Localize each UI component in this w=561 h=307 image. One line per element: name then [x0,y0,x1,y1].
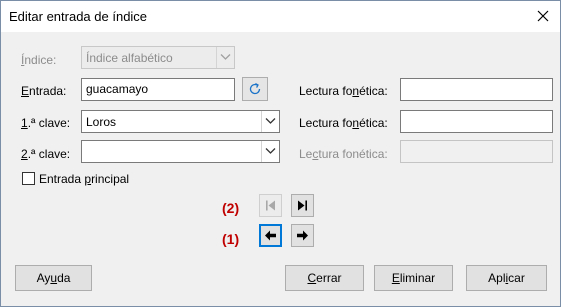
delete-button[interactable]: Eliminar [374,265,453,291]
index-select-value: Índice alfabético [86,51,173,65]
dialog-title: Editar entrada de índice [9,9,148,24]
phonetic-label-key1: Lectura fonética: [299,116,388,130]
key2-label: 2.ª clave: [21,147,71,161]
index-dropdown-button[interactable] [216,47,234,68]
annotation-2: (2) [222,200,240,216]
first-entry-button[interactable] [259,194,282,217]
chevron-down-icon [220,54,231,60]
update-entry-button[interactable] [242,77,268,101]
entry-label: Entrada: [21,84,67,98]
close-window-button[interactable] [528,2,558,30]
key1-value: Loros [86,115,117,129]
main-entry-label[interactable]: Entrada principal [39,171,129,187]
chevron-down-icon [265,148,276,154]
phonetic-key2-input[interactable] [400,140,553,163]
index-select[interactable]: Índice alfabético [81,46,235,69]
key2-combobox[interactable] [81,140,280,163]
index-label: Índice: [21,53,57,67]
close-icon [537,10,549,22]
last-entry-button[interactable] [291,194,314,217]
annotation-1: (1) [222,231,240,247]
main-entry-checkbox[interactable] [22,172,35,185]
phonetic-label-entry: Lectura fonética: [299,84,388,98]
skip-to-first-icon [266,200,275,211]
key2-dropdown-button[interactable] [261,141,279,162]
key1-label: 1.ª clave: [21,116,71,130]
dialog-window: Editar entrada de índice Índice: Índice … [0,0,561,307]
title-bar: Editar entrada de índice [1,1,560,32]
arrow-right-icon [297,230,308,241]
chevron-down-icon [265,118,276,124]
entry-input[interactable]: guacamayo [81,78,235,101]
previous-entry-button[interactable] [259,224,282,247]
arrow-left-icon [265,230,276,241]
close-button[interactable]: Cerrar [285,265,364,291]
next-entry-button[interactable] [291,224,314,247]
key1-combobox[interactable]: Loros [81,110,280,133]
apply-button[interactable]: Aplicar [466,265,547,291]
skip-to-last-icon [298,200,307,211]
phonetic-label-key2: Lectura fonética: [299,147,388,161]
key1-dropdown-button[interactable] [261,111,279,132]
phonetic-entry-input[interactable] [400,78,553,101]
phonetic-key1-input[interactable] [400,110,553,133]
refresh-icon [249,83,261,95]
help-button[interactable]: Ayuda [15,265,92,291]
